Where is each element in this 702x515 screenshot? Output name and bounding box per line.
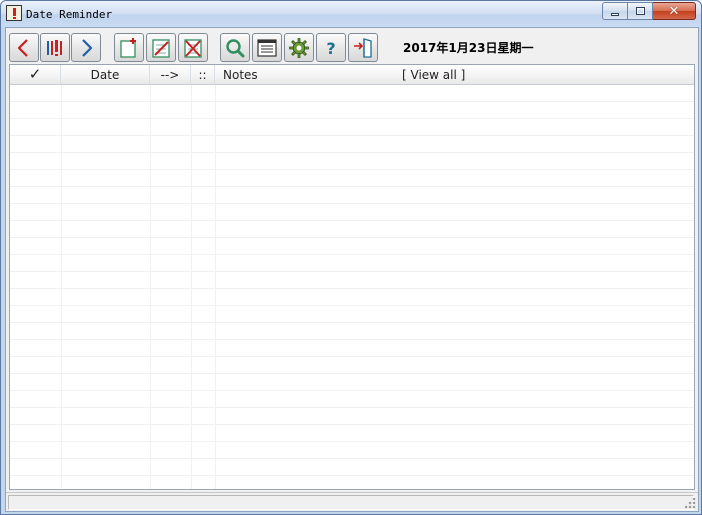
column-header-done[interactable]: ✓ [10,65,61,84]
table-row[interactable] [10,170,694,187]
chevron-right-icon [82,38,93,57]
maximize-button[interactable] [628,2,653,20]
app-icon[interactable] [6,5,22,21]
resize-grip-icon[interactable] [685,498,696,509]
table-row[interactable] [10,85,694,102]
table-row[interactable] [10,255,694,272]
client-area: ? 2017年1月23日星期一 ✓ Date --> :: Notes [ Vi… [5,27,699,512]
app-window: Date Reminder ✕ ? 2017年1月23日星期一 ✓ Date -… [0,0,702,515]
column-header-notes[interactable]: Notes [215,65,375,84]
list-view-button[interactable] [252,33,282,62]
table-row[interactable] [10,289,694,306]
window-controls: ✕ [602,2,696,20]
table-row[interactable] [10,153,694,170]
table-row[interactable] [10,187,694,204]
table-row[interactable] [10,442,694,459]
today-bars-icon [47,39,62,56]
table-row[interactable] [10,391,694,408]
next-button[interactable] [71,33,101,62]
edit-button[interactable] [146,33,176,62]
column-header-date[interactable]: Date [61,65,150,84]
list-view-icon [257,38,277,57]
svg-text:?: ? [326,39,335,58]
delete-button[interactable] [178,33,208,62]
exit-door-icon [354,37,372,58]
minimize-icon [611,12,619,16]
view-all-link[interactable]: [ View all ] [402,65,465,84]
new-button[interactable] [114,33,144,62]
chevron-left-icon [17,38,28,57]
table-row[interactable] [10,204,694,221]
current-date-label: 2017年1月23日星期一 [403,41,534,55]
table-row[interactable] [10,340,694,357]
search-button[interactable] [220,33,250,62]
table-row[interactable] [10,102,694,119]
question-icon: ? [326,39,335,58]
help-button[interactable]: ? [316,33,346,62]
maximize-icon [635,7,645,15]
table-row[interactable] [10,221,694,238]
settings-button[interactable] [284,33,314,62]
status-text [8,495,694,510]
table-row[interactable] [10,374,694,391]
table-row[interactable] [10,306,694,323]
window-title: Date Reminder [26,8,113,21]
table-row[interactable] [10,425,694,442]
reminder-list[interactable]: ✓ Date --> :: Notes [ View all ] [9,64,695,490]
close-button[interactable]: ✕ [653,2,696,20]
new-document-icon [120,37,136,58]
list-header: ✓ Date --> :: Notes [ View all ] [10,65,694,85]
today-button[interactable] [40,33,70,62]
table-row[interactable] [10,238,694,255]
exit-button[interactable] [348,33,378,62]
table-row[interactable] [10,357,694,374]
magnifier-icon [226,38,245,57]
table-row[interactable] [10,459,694,476]
title-bar[interactable]: Date Reminder ✕ [1,1,701,27]
close-icon: ✕ [668,3,680,19]
minimize-button[interactable] [602,2,628,20]
table-row[interactable] [10,119,694,136]
gear-icon [289,37,309,58]
table-row[interactable] [10,136,694,153]
column-header-arrow[interactable]: --> [150,65,191,84]
column-header-time[interactable]: :: [191,65,215,84]
table-row[interactable] [10,272,694,289]
delete-document-icon [184,38,202,58]
table-row[interactable] [10,476,694,489]
previous-button[interactable] [9,33,39,62]
status-bar [6,492,698,511]
list-body [10,85,694,489]
edit-document-icon [152,38,170,58]
table-row[interactable] [10,323,694,340]
table-row[interactable] [10,408,694,425]
toolbar: ? 2017年1月23日星期一 [6,28,698,64]
